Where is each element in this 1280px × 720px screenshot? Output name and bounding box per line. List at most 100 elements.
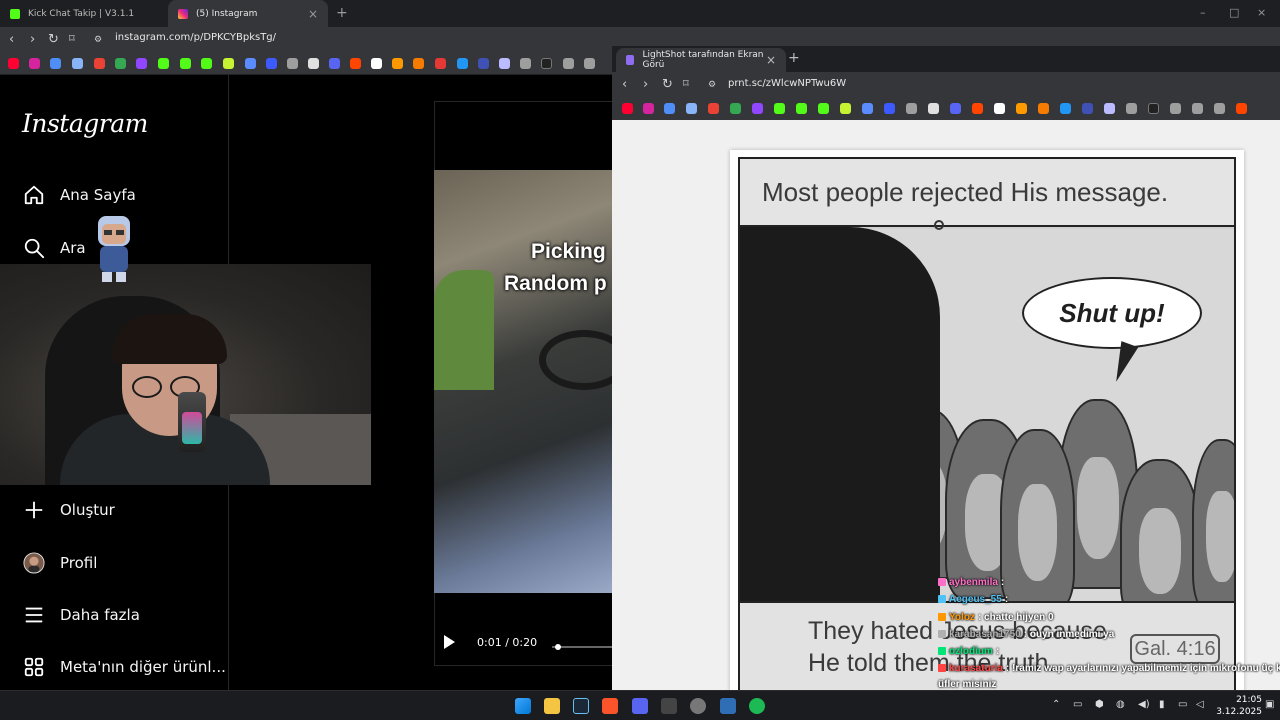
tray-app-icon[interactable]: ⬢ (1095, 699, 1104, 710)
forward-icon[interactable]: › (30, 32, 35, 47)
instagram-logo[interactable]: Instagram (22, 109, 148, 138)
sidebar-item-profile[interactable]: Profil (22, 551, 97, 575)
x-bookmark-icon[interactable] (928, 103, 939, 114)
back-icon[interactable]: ‹ (9, 32, 14, 47)
app-icon[interactable] (661, 698, 677, 714)
notification-icon[interactable]: ▣ (1265, 699, 1274, 710)
twitch-bookmark-icon[interactable] (752, 103, 763, 114)
extension-bookmark-icon[interactable] (1104, 103, 1115, 114)
p-bookmark-icon[interactable] (994, 103, 1005, 114)
video-seek-bar[interactable] (552, 644, 612, 650)
kick-bookmark-icon[interactable] (541, 58, 552, 69)
extension-bookmark-icon[interactable] (413, 58, 424, 69)
new-tab-button[interactable]: + (336, 5, 348, 21)
discord-bookmark-icon[interactable] (329, 58, 340, 69)
extension-bookmark-icon[interactable] (499, 58, 510, 69)
reel-video[interactable]: Picking Random p (434, 170, 612, 593)
reddit-bookmark-icon[interactable] (350, 58, 361, 69)
translate-bookmark-icon[interactable] (664, 103, 675, 114)
x-bookmark-icon[interactable] (308, 58, 319, 69)
kick-bookmark-icon[interactable] (774, 103, 785, 114)
extension-bookmark-icon[interactable] (1126, 103, 1137, 114)
extension-bookmark-icon[interactable] (862, 103, 873, 114)
tray-steam-icon[interactable]: ◍ (1116, 699, 1125, 710)
p-bookmark-icon[interactable] (371, 58, 382, 69)
extension-bookmark-icon[interactable] (223, 58, 234, 69)
bookmark-icon[interactable]: ⌑ (69, 32, 75, 45)
extension-bookmark-icon[interactable] (457, 58, 468, 69)
tab-lightshot[interactable]: LightShot tarafından Ekran Görü × (616, 48, 786, 72)
youtube-bookmark-icon[interactable] (8, 58, 19, 69)
spotify-icon[interactable] (749, 698, 765, 714)
drive-bookmark-icon[interactable] (115, 58, 126, 69)
kick-bookmark-icon[interactable] (796, 103, 807, 114)
amazon-bookmark-icon[interactable] (392, 58, 403, 69)
youtube-bookmark-icon[interactable] (622, 103, 633, 114)
gmail-bookmark-icon[interactable] (94, 58, 105, 69)
volume-icon[interactable]: ◀) (1138, 699, 1150, 710)
web-bookmark-icon[interactable] (1192, 103, 1203, 114)
discord-icon[interactable] (632, 698, 648, 714)
gmail-bookmark-icon[interactable] (708, 103, 719, 114)
extension-bookmark-icon[interactable] (266, 58, 277, 69)
tab-instagram[interactable]: (5) Instagram × (168, 0, 328, 27)
tab-kick-chat[interactable]: Kick Chat Takip | V3.1.1 (0, 0, 168, 27)
close-window-icon[interactable]: × (1257, 6, 1266, 19)
extension-bookmark-icon[interactable] (245, 58, 256, 69)
file-explorer-icon[interactable] (544, 698, 560, 714)
maximize-icon[interactable]: □ (1229, 6, 1239, 19)
start-windows-icon[interactable] (515, 698, 531, 714)
site-info-icon[interactable]: ⚙ (94, 35, 102, 45)
extension-bookmark-icon[interactable] (478, 58, 489, 69)
brave-browser-icon[interactable] (602, 698, 618, 714)
web-bookmark-icon[interactable] (563, 58, 574, 69)
kick-bookmark-icon[interactable] (158, 58, 169, 69)
taskbar-clock[interactable]: 21:05 3.12.2025 (1210, 694, 1262, 718)
extension-bookmark-icon[interactable] (884, 103, 895, 114)
tray-chevron-up-icon[interactable]: ⌃ (1052, 699, 1060, 710)
web-bookmark-icon[interactable] (1170, 103, 1181, 114)
speaker-icon[interactable]: ◁ (1196, 699, 1204, 710)
forward-icon[interactable]: › (643, 77, 648, 92)
sidebar-item-search[interactable]: Ara (22, 236, 86, 260)
bookmark-icon[interactable]: ⌑ (683, 77, 689, 90)
sidebar-item-meta-apps[interactable]: Meta'nın diğer ürünl... (22, 655, 226, 679)
minimize-icon[interactable]: – (1200, 6, 1206, 19)
reddit-bookmark-icon[interactable] (1236, 103, 1247, 114)
kick-bookmark-icon[interactable] (1148, 103, 1159, 114)
close-tab-icon[interactable]: × (308, 7, 318, 21)
web-bookmark-icon[interactable] (72, 58, 83, 69)
obs-icon[interactable] (690, 698, 706, 714)
extension-bookmark-icon[interactable] (520, 58, 531, 69)
close-tab-icon[interactable]: × (766, 53, 776, 67)
sidebar-item-more[interactable]: Daha fazla (22, 603, 140, 627)
web-bookmark-icon[interactable] (686, 103, 697, 114)
back-icon[interactable]: ‹ (622, 77, 627, 92)
translate-bookmark-icon[interactable] (50, 58, 61, 69)
amazon-bookmark-icon[interactable] (1016, 103, 1027, 114)
openai-bookmark-icon[interactable] (906, 103, 917, 114)
reload-icon[interactable]: ↻ (48, 32, 59, 47)
play-icon[interactable] (444, 635, 455, 649)
extension-bookmark-icon[interactable] (435, 58, 446, 69)
new-tab-button[interactable]: + (788, 50, 800, 66)
sidebar-item-create[interactable]: Oluştur (22, 498, 115, 522)
openai-bookmark-icon[interactable] (287, 58, 298, 69)
kick-bookmark-icon[interactable] (201, 58, 212, 69)
extension-bookmark-icon[interactable] (840, 103, 851, 114)
kick-bookmark-icon[interactable] (818, 103, 829, 114)
seek-handle[interactable] (555, 644, 561, 650)
discord-bookmark-icon[interactable] (950, 103, 961, 114)
app-icon[interactable] (720, 698, 736, 714)
extension-bookmark-icon[interactable] (1060, 103, 1071, 114)
network-icon[interactable]: ▭ (1178, 699, 1187, 710)
url-field[interactable]: instagram.com/p/DPKCYBpksTg/ (115, 32, 276, 43)
instagram-bookmark-icon[interactable] (643, 103, 654, 114)
tray-app-icon[interactable]: ▭ (1073, 699, 1082, 710)
web-bookmark-icon[interactable] (1214, 103, 1225, 114)
steam-icon[interactable] (573, 698, 589, 714)
site-info-icon[interactable]: ⚙ (708, 80, 716, 90)
drive-bookmark-icon[interactable] (730, 103, 741, 114)
instagram-bookmark-icon[interactable] (29, 58, 40, 69)
tray-app-icon[interactable]: ▮ (1159, 699, 1165, 710)
